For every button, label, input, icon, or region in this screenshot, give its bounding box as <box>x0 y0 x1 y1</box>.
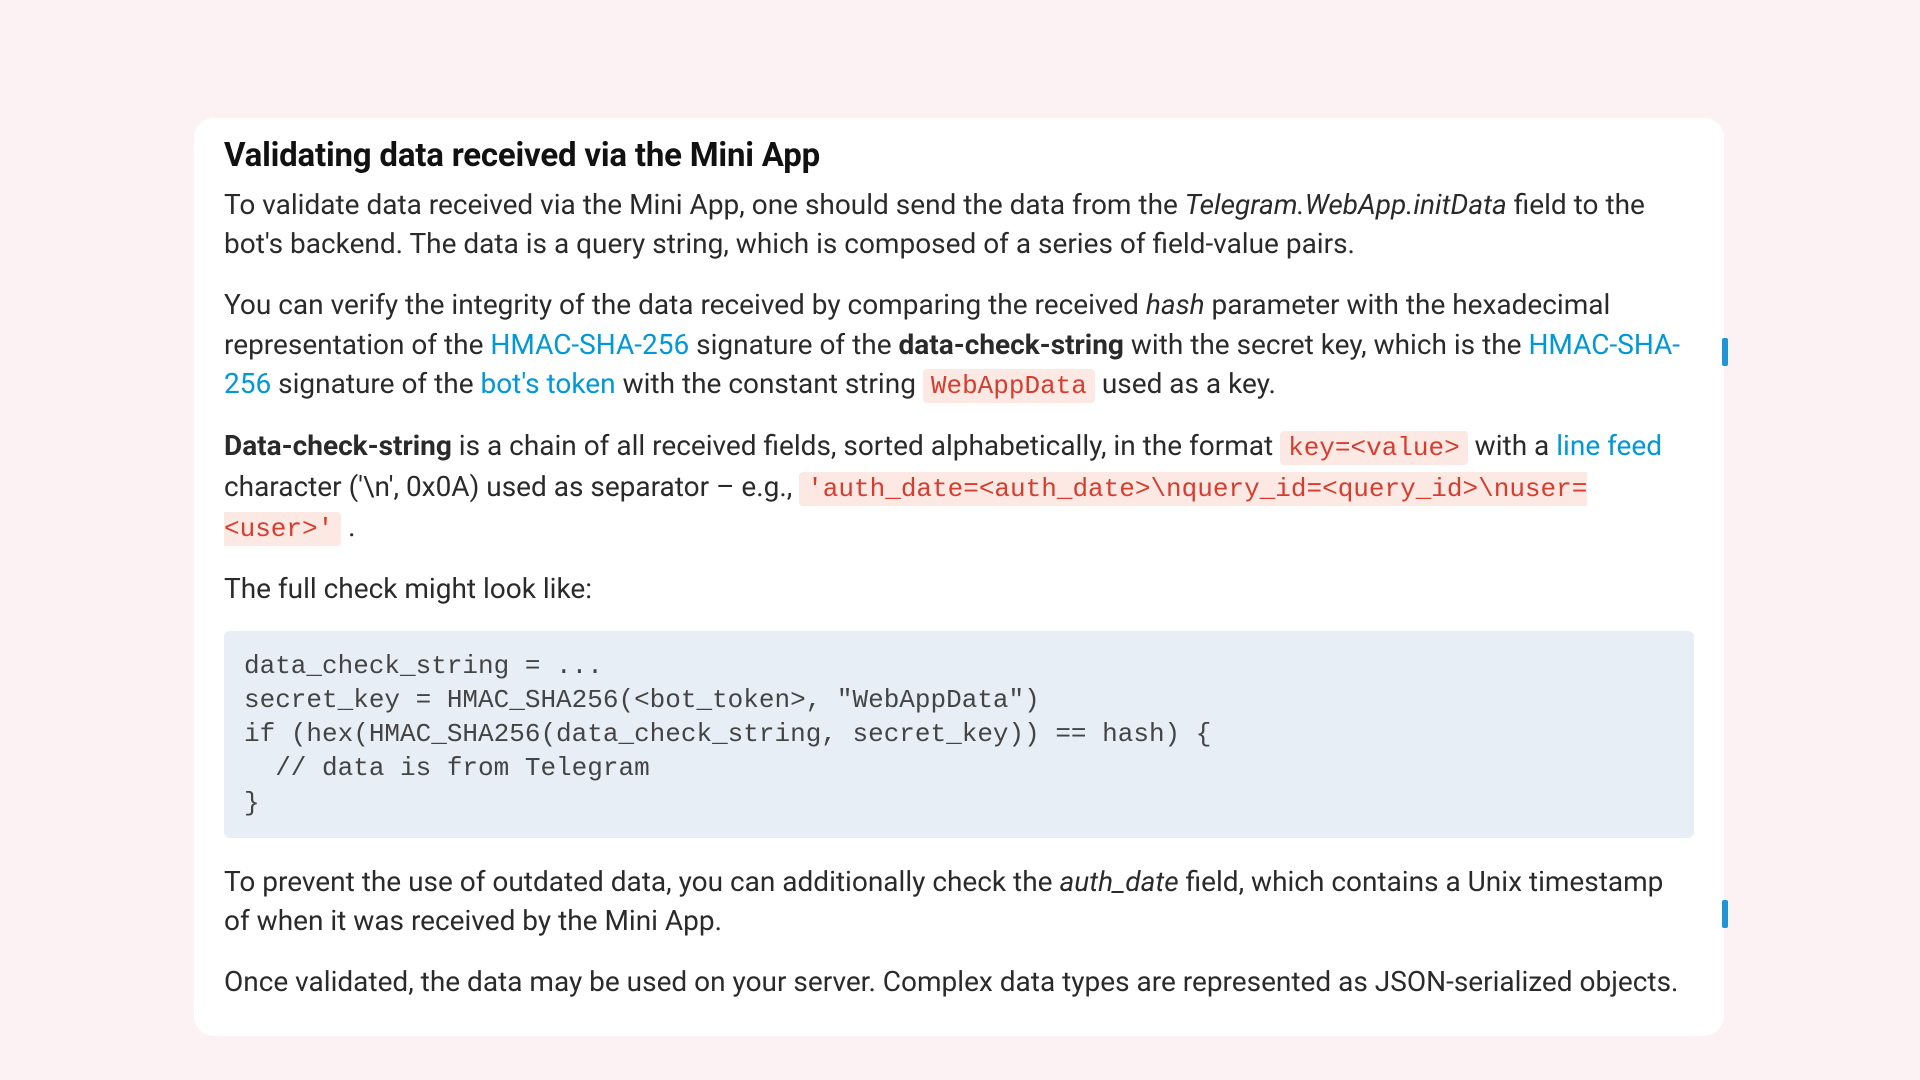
italic-initdata: Telegram.WebApp.initData <box>1185 188 1507 221</box>
text: used as a key. <box>1095 367 1276 400</box>
text: signature of the <box>271 367 480 400</box>
section-title: Validating data received via the Mini Ap… <box>224 136 1694 175</box>
link-hmac-1[interactable]: HMAC-SHA-256 <box>490 328 689 361</box>
text: To prevent the use of outdated data, you… <box>224 865 1059 898</box>
code-key-value: key=<value> <box>1280 431 1468 465</box>
italic-hash: hash <box>1146 288 1205 321</box>
paragraph-3: Data-check-string is a chain of all rece… <box>224 426 1694 547</box>
paragraph-6: Once validated, the data may be used on … <box>224 962 1694 1001</box>
text: is a chain of all received fields, sorte… <box>452 429 1280 462</box>
text: with the secret key, which is the <box>1124 328 1529 361</box>
link-line-feed[interactable]: line feed <box>1556 429 1662 462</box>
doc-card: Validating data received via the Mini Ap… <box>194 118 1724 1036</box>
code-webappdata: WebAppData <box>923 369 1095 403</box>
italic-auth-date: auth_date <box>1059 865 1178 898</box>
text: with the constant string <box>616 367 923 400</box>
paragraph-1: To validate data received via the Mini A… <box>224 185 1694 263</box>
text: signature of the <box>689 328 898 361</box>
text: . <box>341 510 355 543</box>
paragraph-2: You can verify the integrity of the data… <box>224 285 1694 404</box>
scroll-tick-icon <box>1722 900 1728 928</box>
bold-data-check-string: data-check-string <box>898 328 1123 361</box>
link-bot-token[interactable]: bot's token <box>480 367 615 400</box>
bold-dcs: Data-check-string <box>224 429 452 462</box>
paragraph-4: The full check might look like: <box>224 569 1694 608</box>
text: character ('\n', 0x0A) used as separator… <box>224 470 799 503</box>
code-block: data_check_string = ... secret_key = HMA… <box>224 631 1694 839</box>
text: To validate data received via the Mini A… <box>224 188 1185 221</box>
scroll-tick-icon <box>1722 338 1728 366</box>
text: You can verify the integrity of the data… <box>224 288 1146 321</box>
text: with a <box>1468 429 1557 462</box>
paragraph-5: To prevent the use of outdated data, you… <box>224 862 1694 940</box>
